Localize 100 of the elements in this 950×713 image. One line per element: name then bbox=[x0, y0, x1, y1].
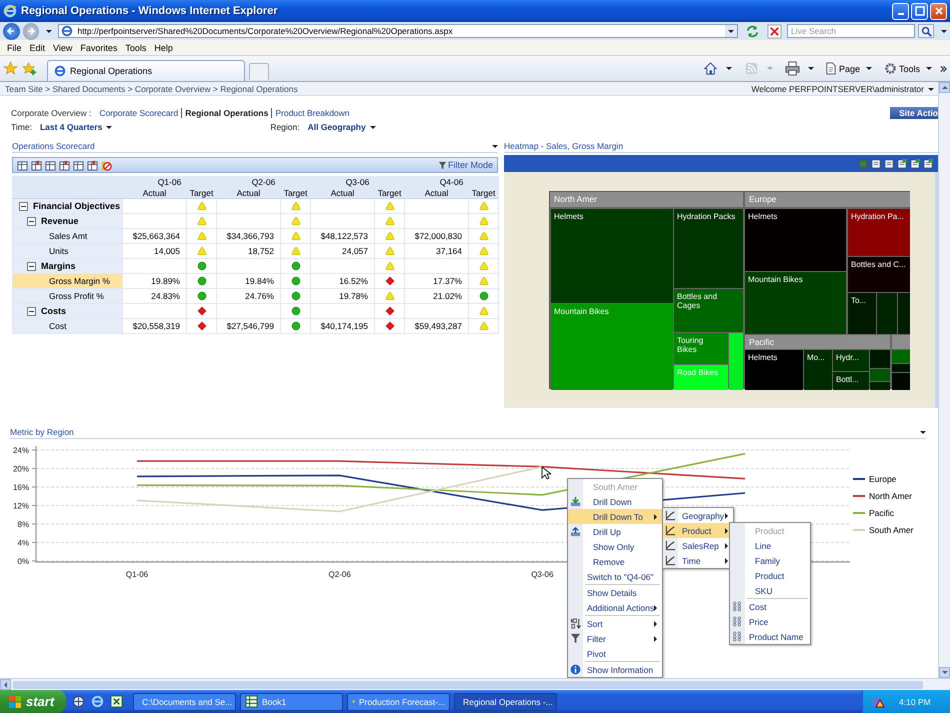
collapse-icon[interactable] bbox=[27, 307, 36, 316]
nav-link[interactable]: Product Breakdown bbox=[271, 108, 353, 118]
document-icon[interactable] bbox=[871, 158, 882, 169]
table-icon[interactable] bbox=[73, 160, 84, 170]
menu-item[interactable]: Show Details bbox=[568, 585, 662, 600]
table-icon[interactable] bbox=[87, 160, 98, 170]
panel-title[interactable]: Operations Scorecard bbox=[12, 141, 95, 151]
caret-icon[interactable] bbox=[46, 30, 52, 32]
document-icon[interactable] bbox=[884, 158, 895, 169]
collapse-icon[interactable] bbox=[27, 217, 36, 226]
warning-icon[interactable] bbox=[871, 694, 885, 708]
chevron-icon[interactable] bbox=[940, 64, 947, 72]
menu-item[interactable]: Switch to "Q4-06" bbox=[568, 569, 662, 584]
row-label[interactable]: Cost bbox=[12, 318, 122, 334]
row-label[interactable]: Units bbox=[12, 244, 122, 258]
row-label[interactable]: Costs bbox=[12, 304, 122, 318]
panel-title[interactable]: Heatmap - Sales, Gross Margin bbox=[504, 141, 624, 151]
site-actions-button[interactable]: Site Actio bbox=[890, 107, 938, 119]
menu-item[interactable]: Product Name bbox=[730, 629, 810, 644]
row-label[interactable]: Gross Margin % bbox=[12, 274, 122, 288]
menu-item[interactable]: Pivot bbox=[568, 646, 662, 661]
row-label[interactable]: Financial Objectives bbox=[12, 198, 122, 214]
menu-item[interactable]: Tools bbox=[121, 42, 150, 52]
nav-link[interactable]: Corporate Scorecard bbox=[96, 108, 182, 118]
menu-item[interactable]: Drill Up bbox=[568, 524, 662, 539]
globe-icon[interactable] bbox=[72, 695, 85, 708]
menu-item[interactable]: Line bbox=[730, 538, 810, 553]
dropdown-button[interactable] bbox=[725, 25, 738, 37]
menu-item[interactable]: Remove bbox=[568, 554, 662, 569]
menu-item[interactable]: Show Only bbox=[568, 539, 662, 554]
menu-item[interactable]: Sort bbox=[568, 616, 662, 631]
document-icon[interactable] bbox=[897, 158, 908, 169]
table-icon[interactable] bbox=[59, 160, 70, 170]
caret-icon[interactable] bbox=[940, 30, 947, 32]
taskbar-button[interactable]: Regional Operations -... bbox=[454, 692, 557, 710]
table-icon[interactable] bbox=[31, 160, 42, 170]
page-menu-button[interactable]: Page bbox=[822, 62, 874, 75]
document-icon[interactable] bbox=[923, 158, 934, 169]
table-icon[interactable] bbox=[17, 160, 28, 170]
taskbar-button[interactable]: C:\Documents and Se... bbox=[133, 692, 236, 710]
row-label[interactable]: Gross Profit % bbox=[12, 288, 122, 304]
document-icon[interactable] bbox=[910, 158, 921, 169]
address-field[interactable]: http://perfpointserver/Shared%20Documents/Corporate%20Overview/Regional%20Operations.aspx bbox=[58, 24, 738, 38]
menu-item[interactable]: Drill Down To bbox=[568, 509, 662, 524]
stop-icon[interactable] bbox=[767, 24, 782, 38]
panel-title[interactable]: Metric by Region bbox=[10, 427, 74, 437]
caret-icon[interactable] bbox=[920, 430, 926, 434]
filter-dropdown[interactable]: Last 4 Quarters bbox=[40, 122, 112, 132]
back-button[interactable] bbox=[3, 22, 20, 40]
taskbar-button[interactable]: Book1 bbox=[240, 692, 343, 710]
close-button[interactable] bbox=[930, 2, 947, 20]
menu-item[interactable]: SKU bbox=[730, 583, 810, 598]
breadcrumb[interactable]: Team Site > Shared Documents > Corporate Overview > Regional Operations bbox=[5, 84, 298, 94]
menu-item[interactable]: Help bbox=[150, 42, 177, 52]
printer-icon[interactable] bbox=[784, 61, 800, 76]
menu-item[interactable]: Edit bbox=[26, 42, 50, 52]
start-button[interactable]: start bbox=[0, 690, 66, 713]
search-field[interactable]: Live Search bbox=[787, 24, 916, 38]
menu-item[interactable]: File bbox=[3, 42, 26, 52]
menu-item[interactable]: Geography bbox=[663, 508, 733, 523]
horizontal-scrollbar[interactable] bbox=[0, 678, 950, 690]
minimize-button[interactable] bbox=[892, 2, 909, 20]
scroll-up-button[interactable] bbox=[939, 82, 950, 93]
browser-logo-icon[interactable] bbox=[91, 695, 104, 708]
maximize-button[interactable] bbox=[911, 2, 928, 20]
scroll-down-button[interactable] bbox=[939, 667, 950, 678]
star-icon[interactable] bbox=[3, 61, 18, 76]
no-sign-icon[interactable] bbox=[101, 160, 112, 170]
row-label[interactable]: Margins bbox=[12, 258, 122, 274]
filter-mode-button[interactable]: Filter Mode bbox=[438, 160, 493, 170]
menu-item[interactable]: Favorites bbox=[76, 42, 122, 52]
menu-item[interactable]: Show Information bbox=[568, 662, 662, 677]
caret-icon[interactable] bbox=[492, 144, 498, 148]
scroll-left-button[interactable] bbox=[0, 679, 11, 690]
row-label[interactable]: Revenue bbox=[12, 214, 122, 228]
table-icon[interactable] bbox=[45, 160, 56, 170]
menu-item[interactable]: Family bbox=[730, 553, 810, 568]
browser-tab[interactable]: Regional Operations bbox=[47, 60, 245, 81]
refresh-icon[interactable] bbox=[745, 24, 760, 38]
welcome-menu[interactable]: Welcome PERFPOINTSERVER\administrator bbox=[751, 84, 934, 94]
home-icon[interactable] bbox=[702, 61, 718, 76]
caret-icon[interactable] bbox=[808, 67, 814, 70]
menu-item[interactable]: Cost bbox=[730, 599, 810, 614]
menu-item[interactable]: Filter bbox=[568, 631, 662, 646]
nav-link[interactable]: Regional Operations bbox=[181, 108, 272, 118]
star-plus-icon[interactable] bbox=[22, 61, 37, 76]
row-label[interactable]: Sales Amt bbox=[12, 228, 122, 244]
caret-icon[interactable] bbox=[726, 67, 732, 70]
menu-item[interactable]: Additional Actions bbox=[568, 600, 662, 615]
tools-menu-button[interactable]: Tools bbox=[882, 62, 934, 75]
taskbar-button[interactable]: Production Forecast-... bbox=[347, 692, 450, 710]
collapse-icon[interactable] bbox=[19, 202, 28, 212]
search-button[interactable] bbox=[918, 24, 934, 38]
vertical-scrollbar[interactable] bbox=[938, 82, 950, 678]
collapse-icon[interactable] bbox=[27, 262, 36, 272]
filter-dropdown[interactable]: All Geography bbox=[308, 122, 376, 132]
menu-item[interactable]: Drill Down bbox=[568, 494, 662, 509]
menu-item[interactable]: View bbox=[49, 42, 76, 52]
menu-item[interactable]: Product bbox=[730, 568, 810, 583]
menu-item[interactable]: Price bbox=[730, 614, 810, 629]
